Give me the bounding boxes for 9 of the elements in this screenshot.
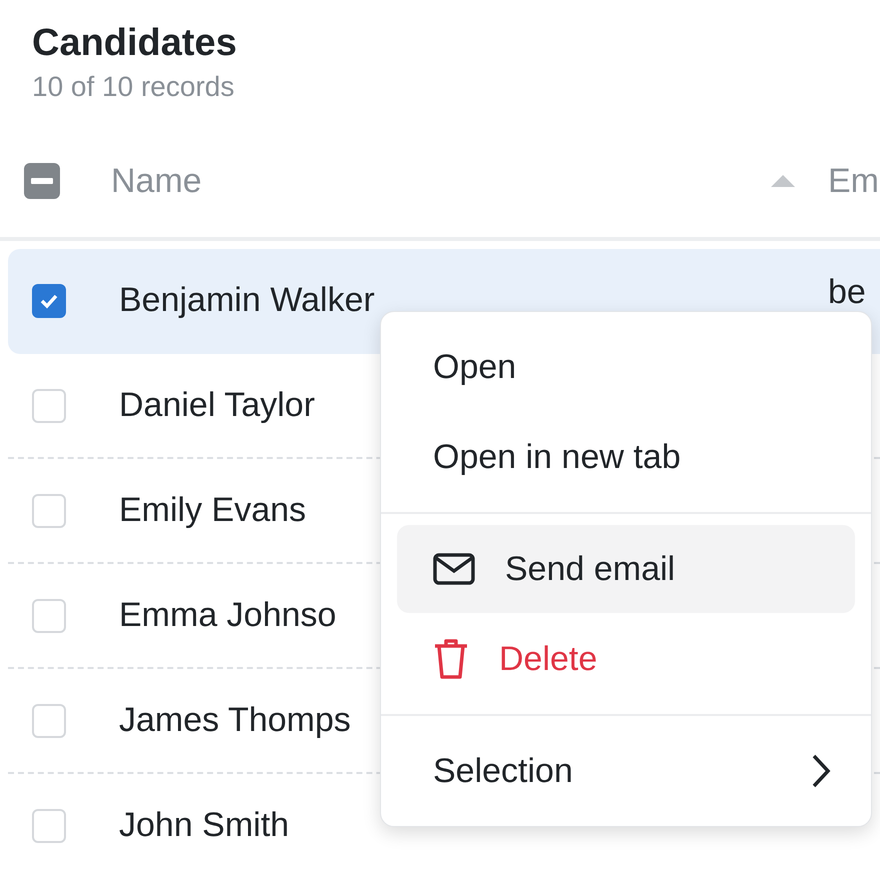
record-count: 10 of 10 records	[32, 71, 236, 103]
name-cell-text: Emma Johnso	[119, 596, 338, 635]
name-cell-text: Emily Evans	[119, 491, 308, 530]
name-cell-text: Daniel Taylor	[119, 386, 316, 425]
email-cell-text: be	[828, 274, 867, 308]
page-title: Candidates	[32, 22, 238, 65]
name-cell-text: James Thomps	[119, 701, 352, 740]
name-cell-text: Benjamin Walker	[119, 281, 376, 320]
name-cell-text: John Smith	[119, 806, 290, 845]
